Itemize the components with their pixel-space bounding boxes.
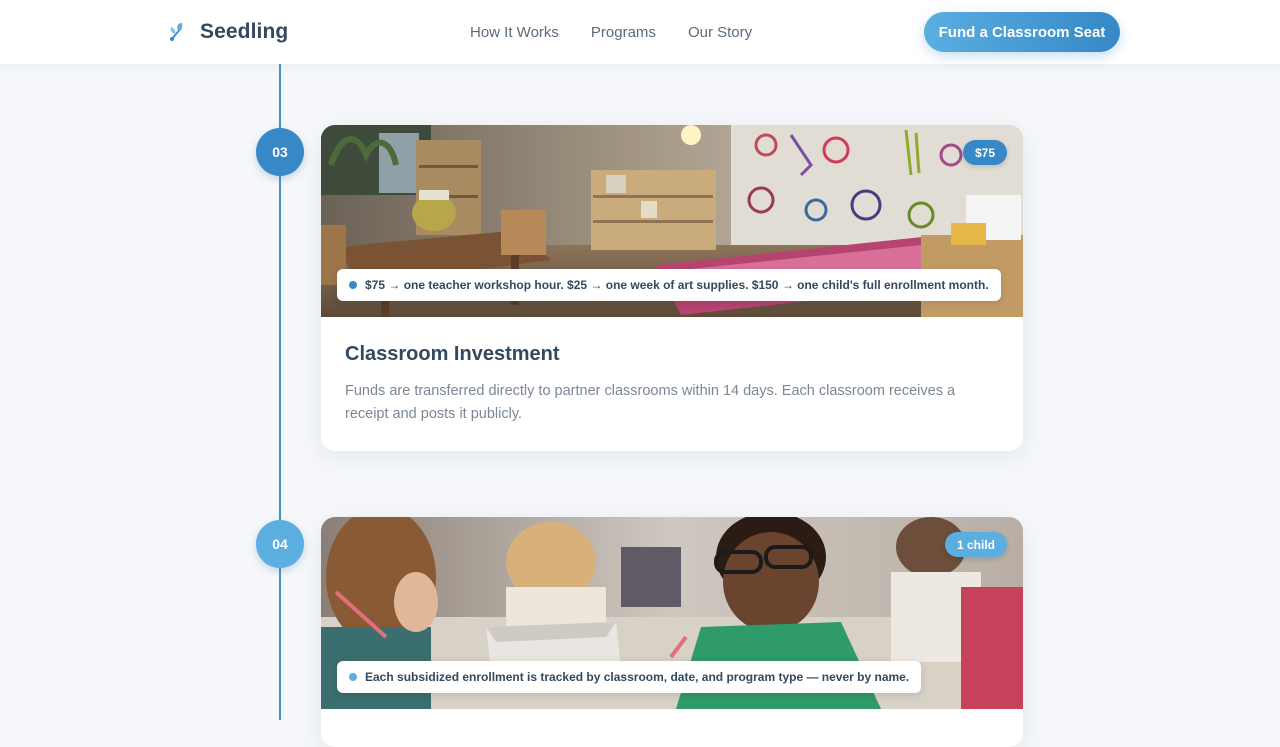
step-number-03: 03 [256, 128, 304, 176]
card-title: Classroom Investment [345, 343, 560, 365]
card-description: Funds are transferred directly to partne… [345, 383, 956, 422]
nav-how-it-works[interactable]: How It Works [470, 24, 559, 41]
site-header: Seedling How It Works Programs Our Story… [0, 0, 1280, 64]
seedling-icon [170, 23, 183, 41]
fund-classroom-seat-button[interactable]: Fund a Classroom Seat [924, 12, 1120, 52]
caption-bullet-icon [349, 281, 357, 289]
step-card-classroom-investment: $75 $75 → one teacher workshop hour. $25… [321, 125, 1023, 451]
amount-badge: $75 [962, 140, 1007, 165]
caption-bullet-icon [349, 673, 357, 681]
main-nav: How It Works Programs Our Story [470, 0, 752, 64]
classroom-photo: $75 $75 → one teacher workshop hour. $25… [321, 125, 1023, 317]
step-card-enrollment: 1 child Each subsidized enrollment is tr… [321, 517, 1023, 747]
brand-logo[interactable]: Seedling [166, 18, 288, 46]
photo-caption: $75 → one teacher workshop hour. $25 → o… [337, 269, 1001, 301]
caption-text: $75 → one teacher workshop hour. $25 → o… [365, 278, 989, 292]
brand-name: Seedling [200, 20, 289, 43]
nav-programs[interactable]: Programs [591, 24, 656, 41]
count-badge: 1 child [944, 532, 1007, 557]
children-drawing-photo: 1 child Each subsidized enrollment is tr… [321, 517, 1023, 709]
caption-text: Each subsidized enrollment is tracked by… [365, 670, 910, 684]
nav-our-story[interactable]: Our Story [688, 24, 752, 41]
card-body: Classroom Investment Funds are transferr… [321, 317, 1023, 450]
photo-caption: Each subsidized enrollment is tracked by… [337, 661, 922, 693]
step-number-04: 04 [256, 520, 304, 568]
